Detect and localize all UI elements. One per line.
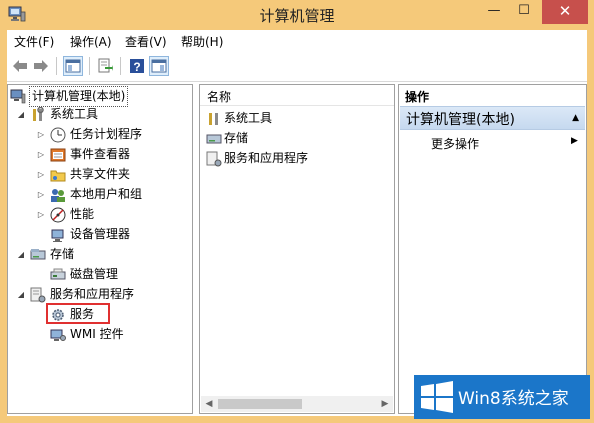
menu-action[interactable]: 操作(A) (70, 33, 112, 50)
show-hide-action-pane-button[interactable] (149, 56, 169, 76)
tree-item-storage[interactable]: ◢ 存储 (8, 245, 188, 264)
tools-icon (33, 107, 44, 121)
wmi-control-icon (50, 329, 66, 341)
client-area: 文件(F) 操作(A) 查看(V) 帮助(H) ? 计算机管理(本地) ◢ 系统… (7, 30, 587, 416)
expand-triangle-icon[interactable]: ▷ (36, 145, 46, 164)
back-arrow-icon (13, 60, 27, 72)
help-icon: ? (130, 59, 144, 74)
minimize-button[interactable]: — (480, 0, 508, 24)
tree-label: 任务计划程序 (70, 127, 143, 141)
storage-icon (30, 249, 46, 260)
menu-help[interactable]: 帮助(H) (181, 33, 223, 50)
tree-item-disk-management[interactable]: 磁盘管理 (8, 265, 188, 284)
list-item-label: 服务和应用程序 (224, 151, 309, 165)
tree-label: 存储 (50, 247, 75, 261)
scrollbar-thumb[interactable] (218, 399, 302, 409)
expand-triangle-icon[interactable]: ▷ (36, 205, 46, 224)
device-manager-icon (51, 229, 64, 242)
tree-label: 计算机管理(本地) (29, 86, 129, 107)
menu-file[interactable]: 文件(F) (14, 33, 54, 50)
actions-header-label: 操作 (405, 90, 430, 104)
maximize-button[interactable]: ☐ (510, 0, 538, 24)
menu-view[interactable]: 查看(V) (125, 33, 167, 50)
column-header-name[interactable]: 名称 (200, 85, 394, 106)
tree-item-event-viewer[interactable]: ▷ 事件查看器 (8, 145, 188, 164)
tree-label: 性能 (70, 207, 95, 221)
expand-triangle-icon[interactable]: ▷ (36, 185, 46, 204)
actions-section-title: 计算机管理(本地) (406, 112, 515, 128)
storage-icon (206, 134, 222, 144)
actions-section-header[interactable]: 计算机管理(本地) ▲ (400, 106, 585, 130)
tree-label: 事件查看器 (70, 147, 131, 161)
tree-item-shared-folders[interactable]: ▷ 共享文件夹 (8, 165, 188, 184)
shared-folder-icon (50, 170, 66, 182)
show-hide-console-tree-button[interactable] (63, 56, 83, 76)
collapse-up-icon[interactable]: ▲ (572, 113, 579, 123)
forward-button[interactable] (31, 56, 51, 76)
tree-label: 设备管理器 (70, 227, 131, 241)
services-applications-icon (206, 151, 222, 167)
collapse-triangle-icon[interactable]: ◢ (16, 245, 26, 264)
actions-pane: 操作 计算机管理(本地) ▲ 更多操作 ▶ (398, 84, 587, 414)
tree-item-local-users[interactable]: ▷ 本地用户和组 (8, 185, 188, 204)
event-viewer-icon (50, 148, 66, 162)
services-applications-icon (30, 287, 46, 303)
console-tree-pane: 计算机管理(本地) ◢ 系统工具 ▷ 任务计划程序 ▷ 事件查看器 ▷ 共享文件 (7, 84, 193, 414)
export-list-button[interactable] (95, 56, 115, 76)
results-list-pane: 名称 系统工具 存储 服务和应用程序 ◀ ▶ (199, 84, 395, 414)
computer-management-window: 计算机管理 — ☐ ✕ 文件(F) 操作(A) 查看(V) 帮助(H) ? 计算… (0, 0, 594, 423)
tree-item-device-manager[interactable]: 设备管理器 (8, 225, 188, 244)
services-highlight-box (46, 303, 110, 324)
toolbar-separator (56, 57, 57, 75)
tools-icon (209, 113, 218, 125)
watermark-text: Win8系统之家 (458, 389, 569, 409)
tree-label: 本地用户和组 (70, 187, 143, 201)
tree-item-wmi[interactable]: WMI 控件 (8, 325, 188, 344)
back-button[interactable] (10, 56, 30, 76)
list-item-label: 系统工具 (224, 111, 273, 125)
disk-management-icon (50, 268, 66, 280)
horizontal-scrollbar[interactable]: ◀ ▶ (201, 396, 393, 412)
watermark-logo: Win8系统之家 (414, 375, 590, 419)
help-button[interactable]: ? (127, 56, 147, 76)
scroll-right-arrow-icon[interactable]: ▶ (377, 396, 393, 412)
list-item-label: 存储 (224, 131, 249, 145)
tree-item-system-tools[interactable]: ◢ 系统工具 (8, 105, 188, 124)
close-button[interactable]: ✕ (542, 0, 588, 24)
console-tree-icon (65, 59, 81, 73)
svg-text:?: ? (133, 60, 140, 74)
actions-header: 操作 (399, 85, 586, 105)
computer-management-icon (10, 89, 26, 104)
column-header-label: 名称 (207, 90, 232, 104)
toolbar: ? (7, 51, 587, 82)
tree-label: WMI 控件 (70, 327, 124, 341)
tree-item-services-apps[interactable]: ◢ 服务和应用程序 (8, 285, 188, 304)
tree-label: 服务和应用程序 (50, 287, 135, 301)
users-icon (51, 189, 65, 202)
expand-triangle-icon[interactable]: ▷ (36, 165, 46, 184)
action-pane-icon (151, 59, 167, 73)
collapse-triangle-icon[interactable]: ◢ (16, 285, 26, 304)
forward-arrow-icon (34, 60, 48, 72)
collapse-triangle-icon[interactable]: ◢ (16, 105, 26, 124)
menu-bar: 文件(F) 操作(A) 查看(V) 帮助(H) (7, 30, 587, 50)
performance-icon (50, 207, 66, 223)
expand-triangle-icon[interactable]: ▷ (36, 125, 46, 144)
tree-label: 磁盘管理 (70, 267, 119, 281)
toolbar-separator (89, 57, 90, 75)
windows-logo-icon (421, 381, 453, 413)
clock-icon (50, 127, 66, 143)
scroll-left-arrow-icon[interactable]: ◀ (201, 396, 217, 412)
tree-label: 共享文件夹 (70, 167, 131, 181)
tree-item-performance[interactable]: ▷ 性能 (8, 205, 188, 224)
export-list-icon (98, 58, 113, 73)
tree-label: 系统工具 (50, 107, 99, 121)
more-actions-item[interactable]: 更多操作 (431, 135, 479, 152)
tree-item-task-scheduler[interactable]: ▷ 任务计划程序 (8, 125, 188, 144)
submenu-arrow-icon: ▶ (571, 136, 578, 146)
toolbar-separator (120, 57, 121, 75)
title-bar[interactable]: 计算机管理 — ☐ ✕ (0, 0, 594, 30)
